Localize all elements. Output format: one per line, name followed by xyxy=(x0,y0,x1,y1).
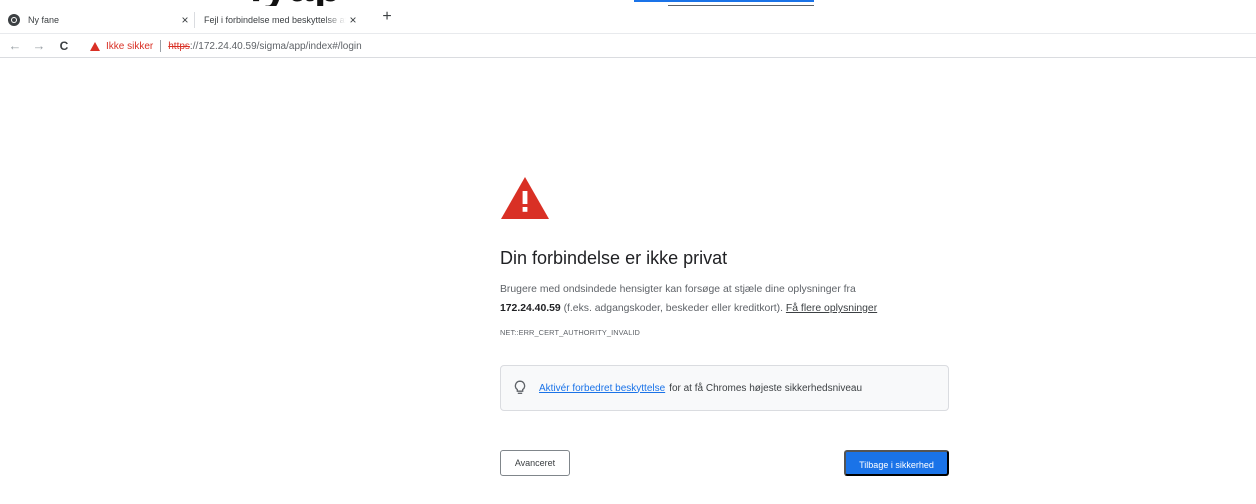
warning-triangle-icon xyxy=(501,177,549,219)
advanced-button[interactable]: Avanceret xyxy=(500,450,570,476)
url-text: ://172.24.40.59/sigma/app/index#/login xyxy=(189,40,362,52)
forward-arrow-icon[interactable]: → xyxy=(30,37,48,55)
explanation-part1: Brugere med ondsindede hensigter kan for… xyxy=(500,284,856,295)
tab-error-page[interactable]: Fejl i forbindelse med beskyttelse af p … xyxy=(196,6,366,34)
security-label[interactable]: Ikke sikker xyxy=(106,41,153,52)
overlay-underline xyxy=(634,0,814,6)
tab-title: Ny fane xyxy=(28,15,60,25)
lightbulb-icon xyxy=(514,380,526,394)
warning-triangle-icon[interactable] xyxy=(90,41,100,51)
tab-title: Fejl i forbindelse med beskyttelse af p xyxy=(204,15,346,25)
close-icon[interactable]: × xyxy=(346,13,360,27)
enhanced-protection-box: Aktivér forbedret beskyttelse for at få … xyxy=(500,365,949,411)
tab-strip: lyap Ny fane × Fejl i forbindelse med be… xyxy=(0,0,1256,34)
enhanced-protection-text: for at få Chromes højeste sikkerhedsnive… xyxy=(669,382,863,394)
enhanced-protection-link[interactable]: Aktivér forbedret beskyttelse xyxy=(539,383,665,394)
error-code: NET::ERR_CERT_AUTHORITY_INVALID xyxy=(500,328,640,337)
tab-new-tab[interactable]: Ny fane × xyxy=(0,6,200,34)
host-name: 172.24.40.59 xyxy=(500,303,561,314)
reload-icon[interactable]: C xyxy=(55,37,73,55)
back-arrow-icon[interactable]: ← xyxy=(6,37,24,55)
url-scheme: https xyxy=(168,40,190,52)
browser-toolbar: ← → C Ikke sikker https ://172.24.40.59/… xyxy=(0,34,1256,58)
explanation-part2: (f.eks. adgangskoder, beskeder eller kre… xyxy=(563,303,784,314)
back-to-safety-button[interactable]: Tilbage i sikkerhed xyxy=(844,450,949,476)
plus-icon[interactable]: + xyxy=(378,8,396,26)
explanation-text: Brugere med ondsindede hensigter kan for… xyxy=(500,280,949,318)
page-title: Din forbindelse er ikke privat xyxy=(500,248,728,268)
omnibox-separator xyxy=(160,40,162,52)
address-bar[interactable]: Ikke sikker https ://172.24.40.59/sigma/… xyxy=(90,36,1248,56)
learn-more-link[interactable]: Få flere oplysninger xyxy=(786,303,877,314)
chrome-favicon-icon xyxy=(8,14,20,26)
tab-separator xyxy=(194,12,195,28)
close-icon[interactable]: × xyxy=(178,13,192,27)
